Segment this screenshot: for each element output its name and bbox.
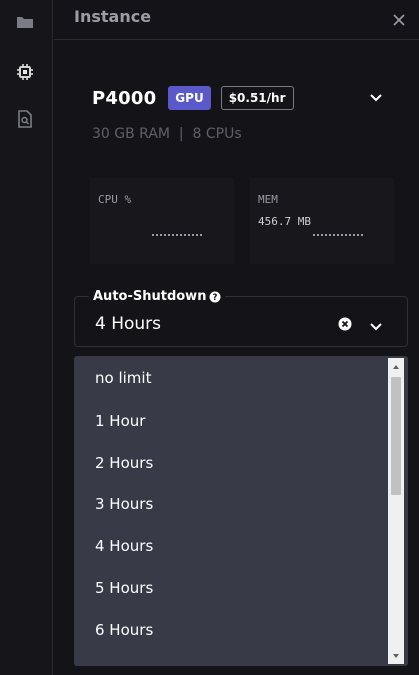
dropdown-scrollbar[interactable] [388,358,404,664]
price-badge: $0.51/hr [220,86,294,110]
cpu-metric: CPU % [90,178,234,264]
auto-shutdown-label-row: Auto-Shutdown ? [89,289,226,304]
auto-shutdown-dropdown: no limit 1 Hour 2 Hours 3 Hours 4 Hours 5 Hou… [74,356,408,666]
expand-machine-button[interactable] [369,88,387,102]
dropdown-option[interactable]: 1 Hour [74,400,386,442]
scroll-thumb[interactable] [391,377,401,495]
close-icon [393,14,405,26]
machine-row: P4000 GPU $0.51/hr [92,84,294,112]
clear-selection-button[interactable] [338,316,352,331]
auto-shutdown-value: 4 Hours [95,314,162,334]
panel-header: Instance [54,0,419,40]
mem-metric-value: 456.7 MB [258,215,311,228]
mem-metric-label: MEM [258,193,278,206]
notebook-search-icon[interactable] [14,108,36,130]
auto-shutdown-label: Auto-Shutdown [93,289,207,304]
chip-icon[interactable] [14,61,36,83]
chevron-down-icon [393,653,399,658]
svg-text:?: ? [213,293,218,303]
mem-metric: MEM 456.7 MB [250,178,394,264]
panel-title: Instance [74,7,152,26]
machine-name: P4000 [92,87,157,109]
folder-icon[interactable] [14,11,36,33]
machine-specs: 30 GB RAM | 8 CPUs [92,126,242,142]
chevron-up-icon [393,364,399,369]
clear-icon [338,317,352,331]
dropdown-option[interactable]: 4 Hours [74,525,386,567]
scroll-up-button[interactable] [388,358,404,375]
chevron-down-icon [370,94,382,102]
dropdown-option[interactable]: 5 Hours [74,567,386,609]
cpu-sparkline [152,234,202,236]
dropdown-option[interactable]: 2 Hours [74,442,386,484]
left-rail [0,0,53,675]
help-icon[interactable]: ? [209,291,221,303]
dropdown-option[interactable]: 6 Hours [74,609,386,651]
scroll-down-button[interactable] [388,647,404,664]
auto-shutdown-select[interactable]: Auto-Shutdown ? 4 Hours [74,289,408,347]
mem-sparkline [313,234,363,236]
dropdown-option[interactable]: 3 Hours [74,484,386,526]
close-button[interactable] [391,12,407,28]
instance-panel: Instance P4000 GPU $0.51/hr 30 GB RAM | … [54,0,419,675]
cpu-metric-label: CPU % [98,193,132,206]
select-toggle-button[interactable] [369,317,383,331]
gpu-badge: GPU [168,86,211,110]
chevron-down-icon [370,323,382,331]
dropdown-option[interactable]: no limit [74,356,386,400]
dropdown-list: no limit 1 Hour 2 Hours 3 Hours 4 Hours 5 Hou… [74,356,386,651]
